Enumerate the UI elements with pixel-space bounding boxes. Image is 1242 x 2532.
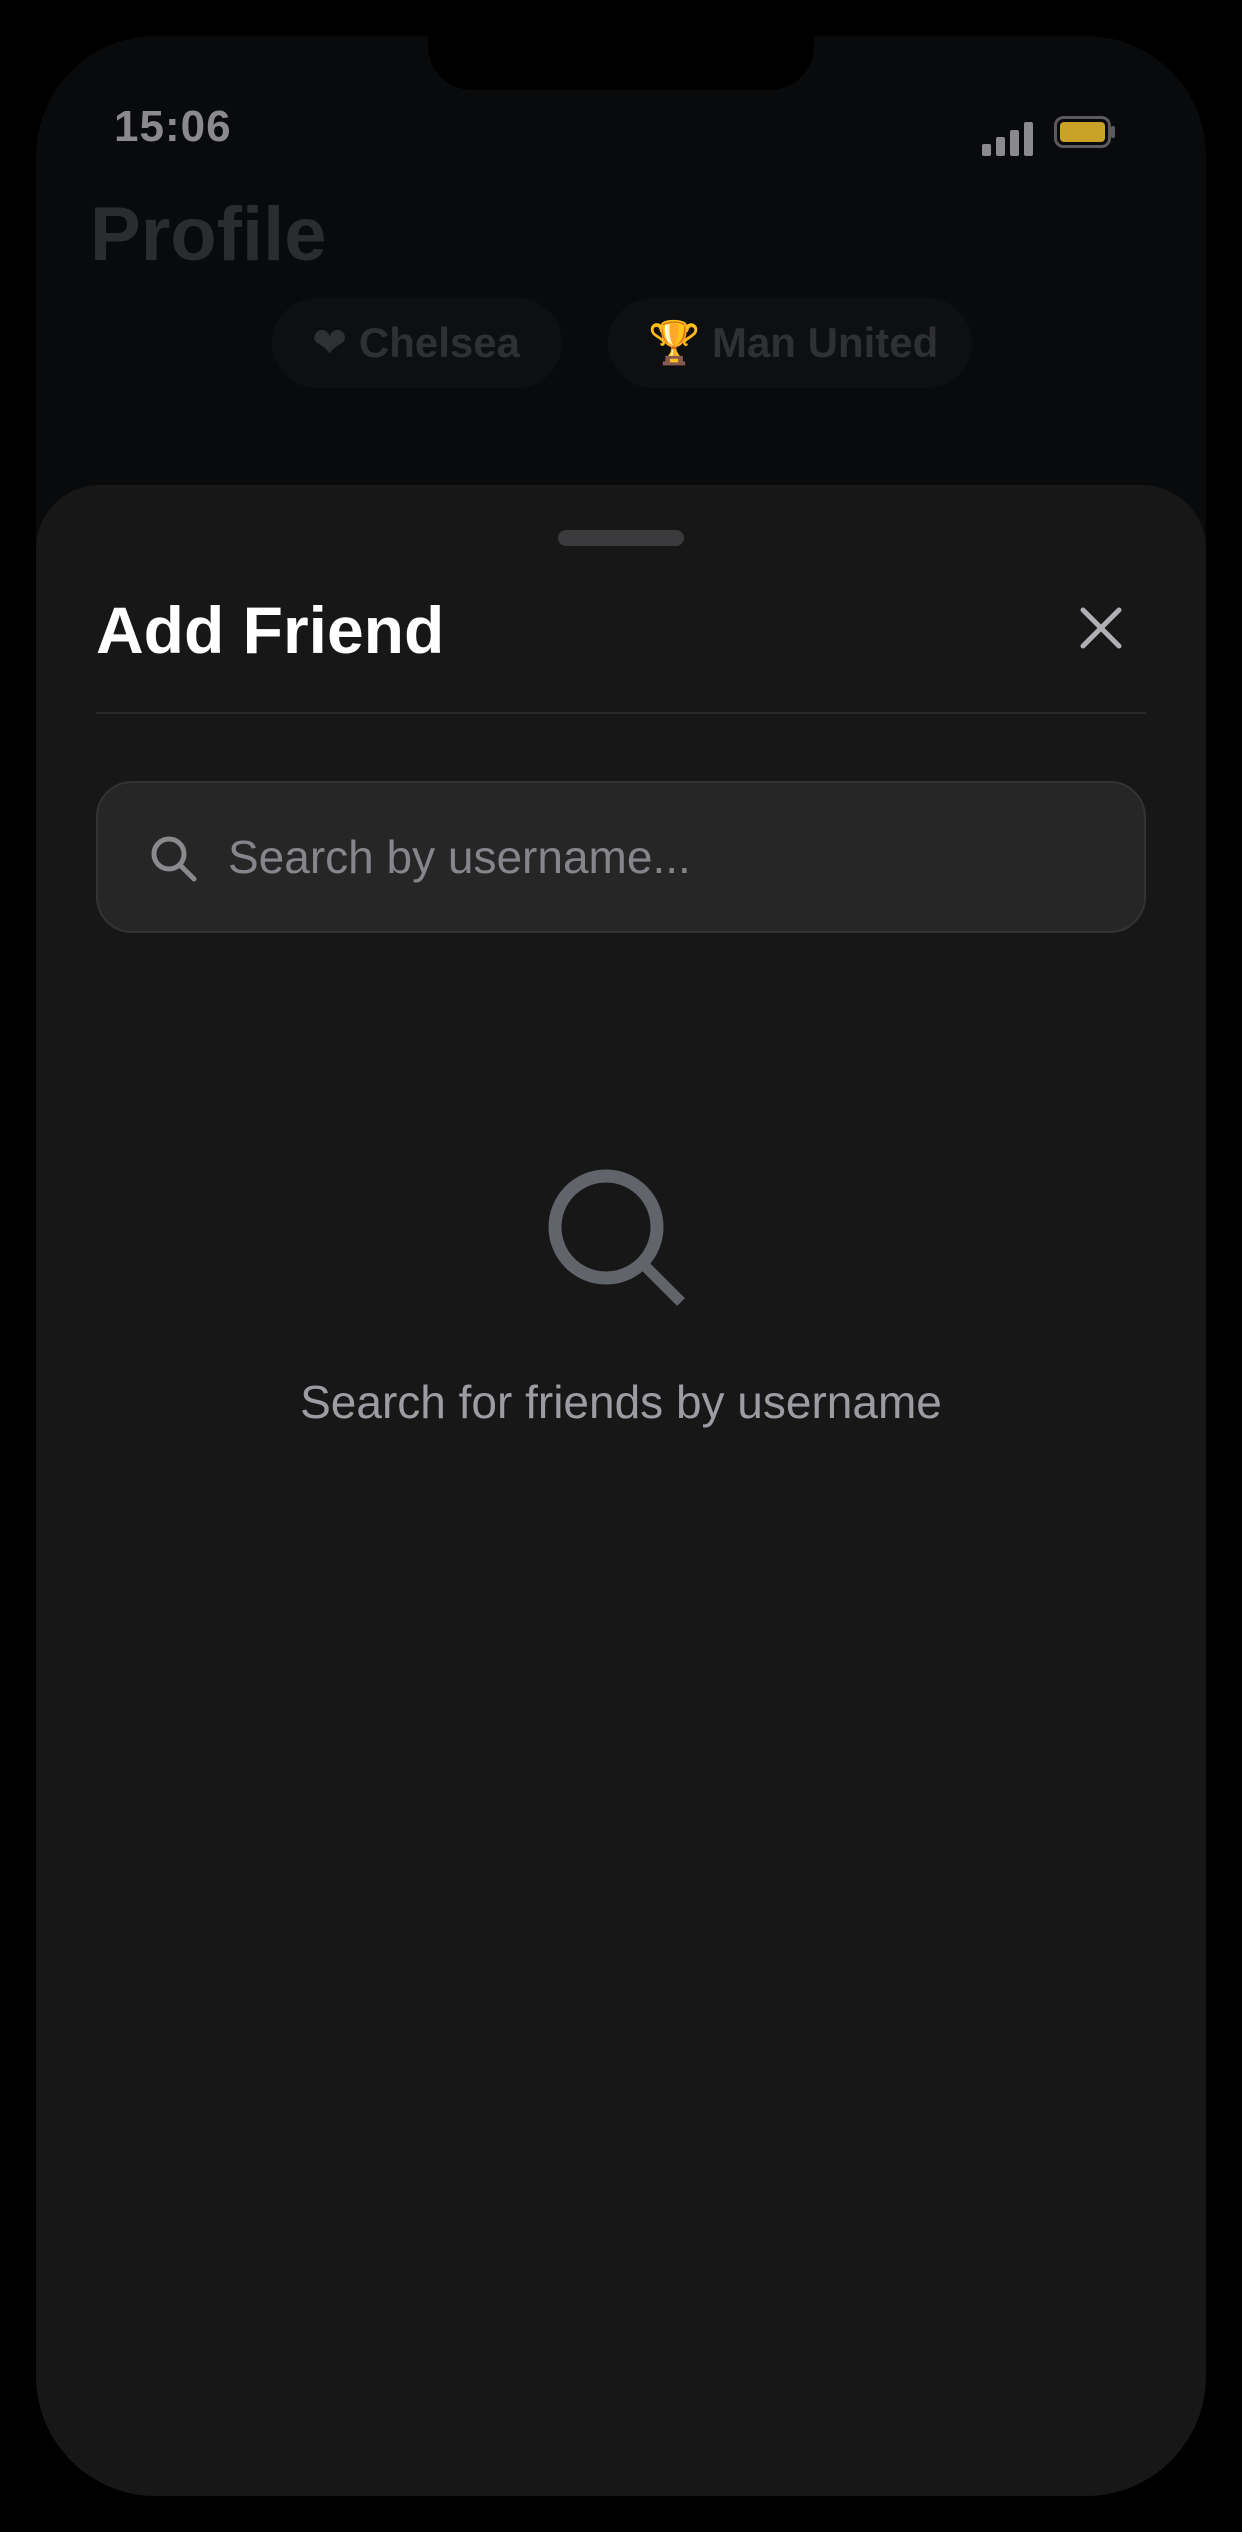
drag-handle[interactable]: [558, 530, 684, 546]
status-time: 15:06: [114, 102, 232, 151]
phone-frame: 15:06 Profile ❤ Chelsea 🏆 Man United Add…: [0, 0, 1242, 2532]
close-button[interactable]: [1066, 593, 1136, 663]
sheet-title: Add Friend: [96, 593, 445, 667]
signal-bars-icon: [982, 122, 1033, 156]
notch: [428, 36, 814, 90]
add-friend-sheet: Add Friend Search for friends by use: [36, 485, 1206, 2496]
divider: [96, 712, 1146, 714]
screen: 15:06 Profile ❤ Chelsea 🏆 Man United Add…: [36, 36, 1206, 2496]
team-chip-man-united: 🏆 Man United: [608, 298, 972, 388]
battery-icon: [1054, 116, 1115, 148]
profile-title: Profile: [90, 192, 327, 277]
team-chip-chelsea: ❤ Chelsea: [272, 298, 562, 388]
close-icon: [1080, 607, 1122, 649]
empty-state-search-icon: [548, 1169, 685, 1306]
search-icon: [151, 836, 197, 882]
empty-state-message: Search for friends by username: [300, 1376, 942, 1428]
search-input[interactable]: [228, 783, 1108, 931]
search-box[interactable]: [96, 781, 1146, 933]
